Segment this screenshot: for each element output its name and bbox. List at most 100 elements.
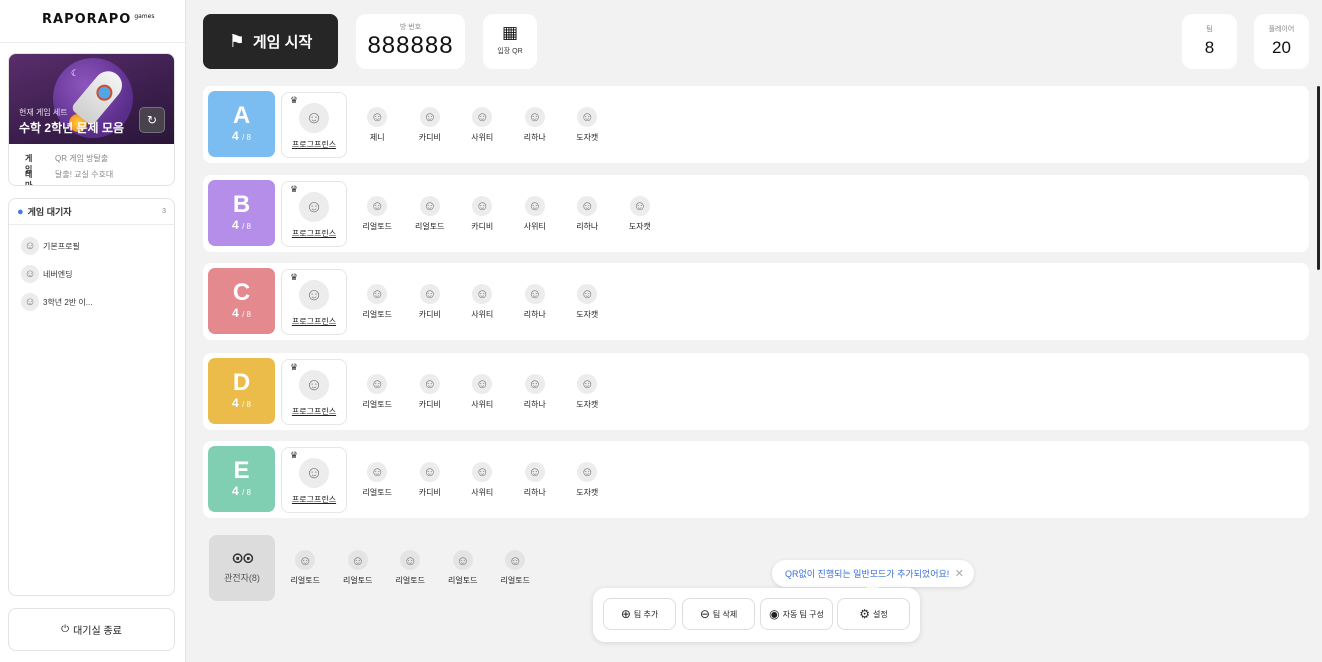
team-leader[interactable]: ♛ ☺ 프로그프린스 <box>281 446 347 513</box>
avatar: ☺ <box>419 461 440 482</box>
member-name: 리얼토드 <box>415 221 445 231</box>
spectator-badge[interactable]: ⊙⊙ 관전자(8) <box>209 535 275 601</box>
member-name: 리얼토드 <box>362 221 392 231</box>
team-leader[interactable]: ♛ ☺ 프로그프린스 <box>281 268 347 335</box>
avatar: ☺ <box>524 461 545 482</box>
scrollbar[interactable] <box>1317 86 1320 270</box>
team-leader[interactable]: ♛ ☺ 프로그프린스 <box>281 91 347 158</box>
member-name: 사위티 <box>471 399 494 409</box>
team-members: ♛ ☺ 프로그프린스 ☺ 리얼토드 ☺ 카디비 ☺ 사위티 ☺ 리하나 ☺ 도자캣 <box>281 263 614 340</box>
team-letter: C <box>232 279 251 306</box>
team-member[interactable]: ☺ 도자캣 <box>561 373 614 410</box>
spectator-member[interactable]: ☺ 리얼토드 <box>332 550 385 586</box>
plus-circle-icon: ⊕ <box>620 607 631 621</box>
member-name: 리얼토드 <box>362 487 392 497</box>
avatar: ☺ <box>577 195 598 216</box>
entry-qr-button[interactable]: ▦ 입장 QR <box>483 14 537 69</box>
team-member[interactable]: ☺ 리하나 <box>561 195 614 232</box>
waiting-user[interactable]: ☺ 네버엔딩 <box>9 260 174 288</box>
waiting-user[interactable]: ☺ 3학년 2반 이... <box>9 288 174 316</box>
close-lobby-label: 대기실 종료 <box>73 626 122 637</box>
close-lobby-button[interactable]: ⏻ 대기실 종료 <box>8 608 175 651</box>
spectator-member[interactable]: ☺ 리얼토드 <box>437 550 490 586</box>
team-badge[interactable]: D4 / 8 <box>208 358 275 424</box>
member-name: 제니 <box>369 132 385 142</box>
delete-team-button[interactable]: ⊖ 팀 삭제 <box>682 598 755 630</box>
team-badge[interactable]: C4 / 8 <box>208 268 275 334</box>
player-count-label: 플레이어 <box>1268 26 1295 33</box>
team-badge[interactable]: A4 / 8 <box>208 91 275 157</box>
player-count-card: 플레이어 20 <box>1254 14 1309 69</box>
team-member[interactable]: ☺ 카디비 <box>404 461 457 498</box>
settings-label: 설정 <box>873 609 888 619</box>
team-count-card: 팀 8 <box>1182 14 1237 69</box>
avatar: ☺ <box>367 195 388 216</box>
add-team-button[interactable]: ⊕ 팀 추가 <box>603 598 676 630</box>
avatar: ☺ <box>295 550 316 570</box>
team-member[interactable]: ☺ 도자캣 <box>561 283 614 320</box>
team-member[interactable]: ☺ 도자캣 <box>561 461 614 498</box>
divider <box>0 42 185 43</box>
settings-button[interactable]: ⚙ 설정 <box>837 598 910 630</box>
team-member[interactable]: ☺ 제니 <box>351 106 404 143</box>
waiting-title: 게임 대기자 <box>27 207 72 217</box>
logo: RAPORAPO games <box>42 12 155 27</box>
team-leader[interactable]: ♛ ☺ 프로그프린스 <box>281 180 347 247</box>
spectator-member[interactable]: ☺ 리얼토드 <box>279 550 332 586</box>
team-member[interactable]: ☺ 리얼토드 <box>351 283 404 320</box>
team-member[interactable]: ☺ 사위티 <box>456 106 509 143</box>
team-member[interactable]: ☺ 리하나 <box>509 283 562 320</box>
team-member-count: 4 / 8 <box>232 396 251 410</box>
avatar: ☺ <box>21 293 39 311</box>
start-game-label: 게임 시작 <box>252 34 313 51</box>
team-member[interactable]: ☺ 리얼토드 <box>351 195 404 232</box>
avatar: ☺ <box>472 283 493 304</box>
avatar: ☺ <box>524 373 545 394</box>
start-game-button[interactable]: ⚑ 게임 시작 <box>203 14 338 69</box>
auto-team-label: 자동 팀 구성 <box>782 609 824 619</box>
avatar: ☺ <box>347 550 368 570</box>
member-name: 프로그프린스 <box>291 139 337 149</box>
close-icon[interactable]: ✕ <box>955 567 964 580</box>
avatar: ☺ <box>629 195 650 216</box>
team-member[interactable]: ☺ 카디비 <box>404 373 457 410</box>
team-badge[interactable]: B4 / 8 <box>208 180 275 246</box>
waiting-user[interactable]: ☺ 기본프로필 <box>9 232 174 260</box>
spectator-member[interactable]: ☺ 리얼토드 <box>384 550 437 586</box>
crown-icon: ♛ <box>290 449 299 460</box>
moon-icon: ☾ <box>71 68 80 78</box>
avatar: ☺ <box>367 106 388 127</box>
avatar: ☺ <box>524 195 545 216</box>
team-member[interactable]: ☺ 카디비 <box>404 283 457 320</box>
team-member[interactable]: ☺ 카디비 <box>456 195 509 232</box>
theme-value: 달출! 교실 수호대 <box>55 170 114 179</box>
team-member[interactable]: ☺ 리하나 <box>509 106 562 143</box>
member-name: 리얼토드 <box>362 399 392 409</box>
auto-team-button[interactable]: ◉ 자동 팀 구성 <box>760 598 833 630</box>
team-member[interactable]: ☺ 사위티 <box>456 373 509 410</box>
avatar: ☺ <box>472 106 493 127</box>
team-member-count: 4 / 8 <box>232 306 251 320</box>
team-member[interactable]: ☺ 리얼토드 <box>404 195 457 232</box>
team-member[interactable]: ☺ 도자캣 <box>561 106 614 143</box>
team-member[interactable]: ☺ 카디비 <box>404 106 457 143</box>
team-letter: B <box>232 191 251 218</box>
team-member[interactable]: ☺ 리얼토드 <box>351 461 404 498</box>
team-member[interactable]: ☺ 도자캣 <box>614 195 667 232</box>
team-member[interactable]: ☺ 리하나 <box>509 373 562 410</box>
team-member[interactable]: ☺ 사위티 <box>456 283 509 320</box>
room-number-label: 방 번호 <box>399 24 422 31</box>
team-member[interactable]: ☺ 사위티 <box>456 461 509 498</box>
change-game-button[interactable]: ↻ <box>139 107 165 133</box>
avatar: ☺ <box>419 195 440 216</box>
waiting-count: 3 <box>162 208 166 215</box>
avatar: ☺ <box>524 106 545 127</box>
team-letter: E <box>233 457 250 484</box>
team-leader[interactable]: ♛ ☺ 프로그프린스 <box>281 358 347 425</box>
team-member[interactable]: ☺ 리얼토드 <box>351 373 404 410</box>
team-members: ♛ ☺ 프로그프린스 ☺ 리얼토드 ☺ 리얼토드 ☺ 카디비 ☺ 사위티 ☺ 리하나 ☺ 도자캣 <box>281 175 666 252</box>
team-badge[interactable]: E4 / 8 <box>208 446 275 512</box>
spectator-member[interactable]: ☺ 리얼토드 <box>489 550 542 586</box>
team-member[interactable]: ☺ 리하나 <box>509 461 562 498</box>
team-member[interactable]: ☺ 사위티 <box>509 195 562 232</box>
